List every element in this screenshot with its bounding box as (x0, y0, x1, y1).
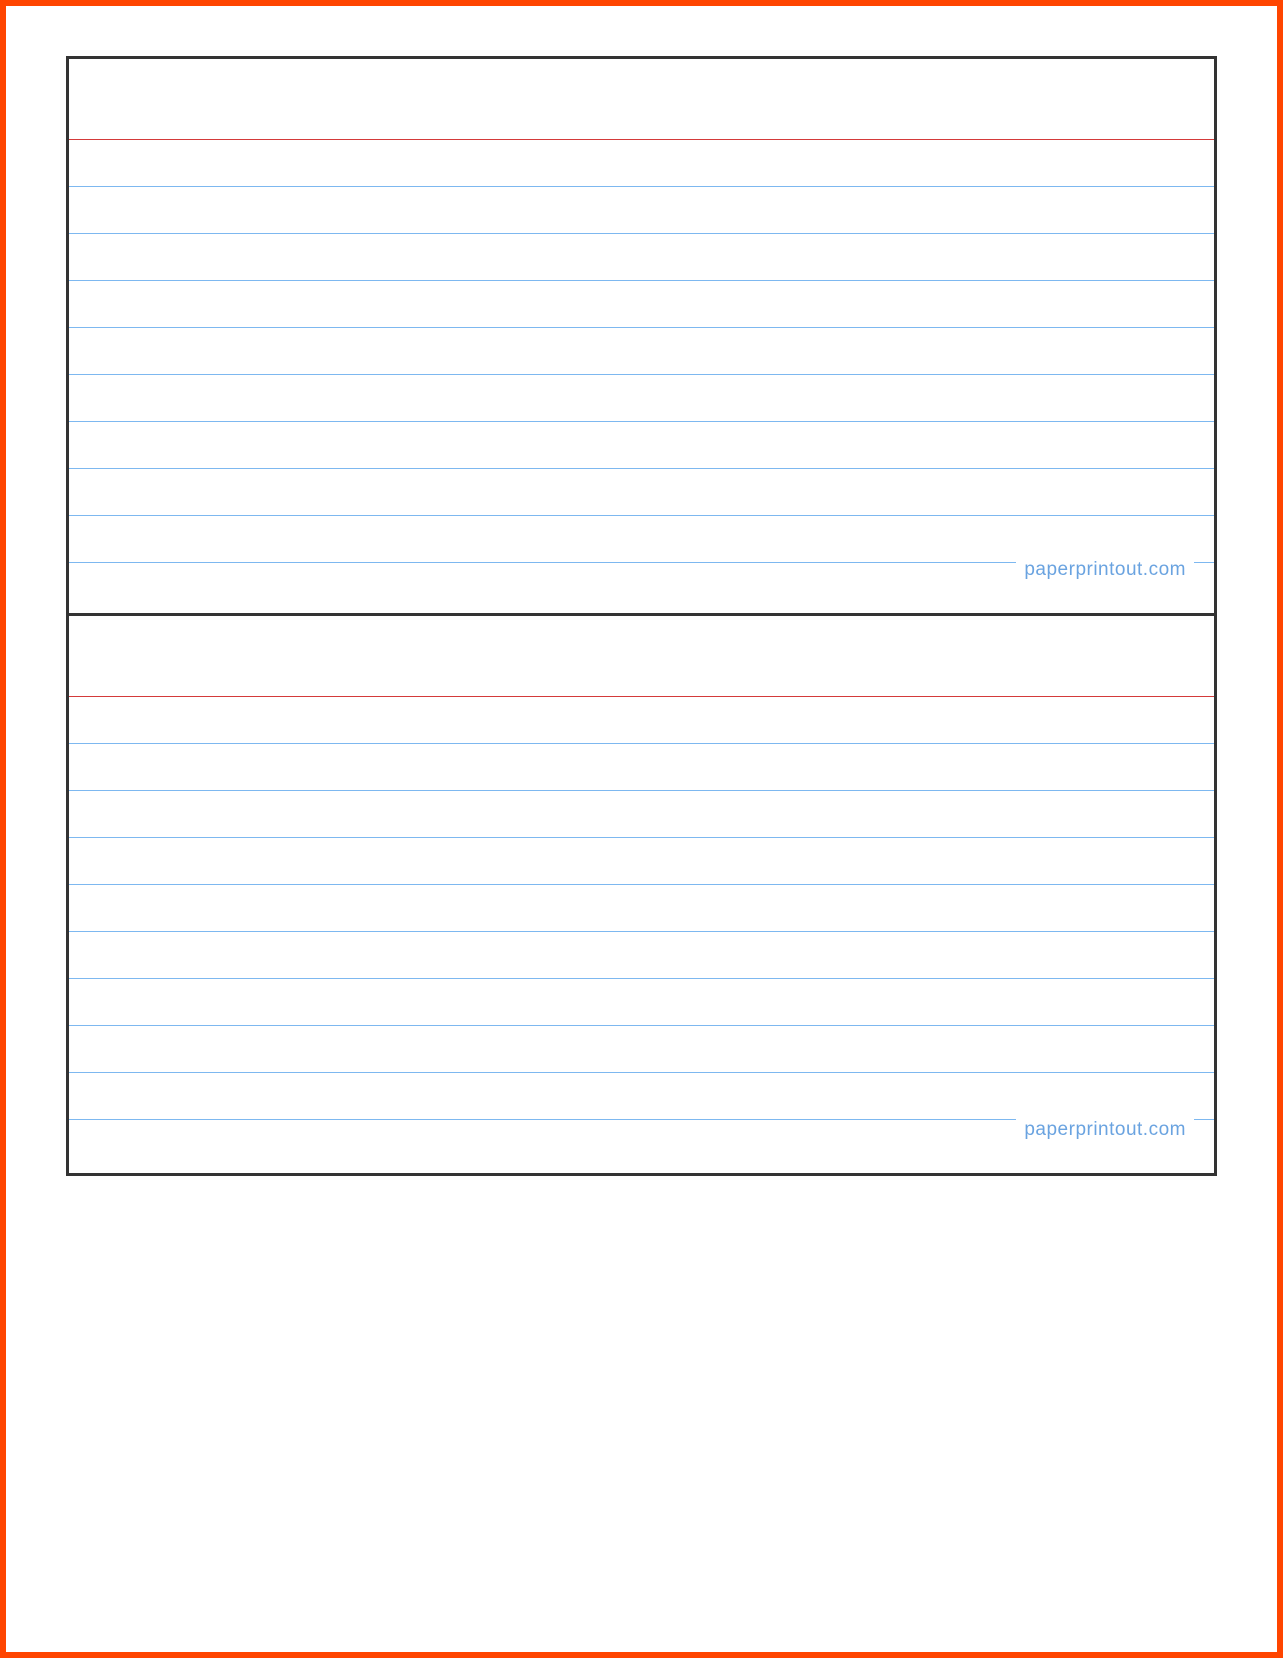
ruled-line (69, 186, 1214, 187)
ruled-line (69, 884, 1214, 885)
ruled-lines-area (69, 743, 1214, 1120)
index-card-2: paperprintout.com (69, 616, 1214, 1173)
ruled-line (69, 1072, 1214, 1073)
ruled-line (69, 327, 1214, 328)
ruled-line (69, 421, 1214, 422)
index-card-container: paperprintout.com paperprintout.com (66, 56, 1217, 1176)
card-header-space (69, 616, 1214, 696)
ruled-line (69, 515, 1214, 516)
ruled-line (69, 837, 1214, 838)
card-header-space (69, 59, 1214, 139)
watermark-text: paperprintout.com (1016, 1119, 1194, 1141)
ruled-line (69, 468, 1214, 469)
ruled-line (69, 1025, 1214, 1026)
ruled-line (69, 790, 1214, 791)
red-margin-line (69, 696, 1214, 697)
index-card-1: paperprintout.com (69, 59, 1214, 616)
ruled-line (69, 280, 1214, 281)
ruled-line (69, 743, 1214, 744)
ruled-line (69, 978, 1214, 979)
watermark-text: paperprintout.com (1016, 559, 1194, 581)
ruled-lines-area (69, 186, 1214, 563)
red-margin-line (69, 139, 1214, 140)
ruled-line (69, 374, 1214, 375)
ruled-line (69, 931, 1214, 932)
ruled-line (69, 233, 1214, 234)
